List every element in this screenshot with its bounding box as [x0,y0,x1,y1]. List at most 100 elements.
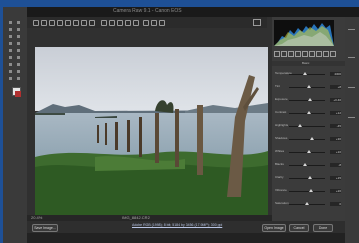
stamp-tool-icon[interactable] [9,49,12,52]
slider-thumb[interactable] [306,111,311,114]
adjustment-value-field[interactable]: 4300 [330,72,341,76]
transform-tool-icon[interactable] [89,20,95,26]
adjustment-label: Vibrance [275,188,287,192]
adjustment-row: Vibrance +20 [275,188,341,194]
type-tool-icon[interactable] [9,70,12,73]
color-sampler-icon[interactable] [57,20,63,26]
open-image-button[interactable]: Open Image [262,224,286,232]
hand-tool-icon[interactable] [41,20,47,26]
adjustment-value-field[interactable]: +10 [330,150,341,154]
zoom-level[interactable]: 20.4% [31,215,42,220]
tab-effects[interactable] [316,51,322,57]
adjustment-slider[interactable] [289,189,325,192]
adjustment-value-field[interactable]: +0.40 [330,98,341,102]
image-preview[interactable] [35,47,268,215]
pen-tool-icon[interactable] [17,63,20,66]
adjustment-row: Exposure +0.40 [275,97,341,103]
slider-thumb[interactable] [306,85,311,88]
red-eye-icon[interactable] [109,20,115,26]
file-name: IMG_8842.CR2 [122,215,150,220]
rotate-right-icon[interactable] [159,20,165,26]
tab-calibration[interactable] [323,51,329,57]
eyedropper-tool-icon[interactable] [17,35,20,38]
tab-hsl[interactable] [295,51,301,57]
healing-tool-icon[interactable] [9,42,12,45]
slider-thumb[interactable] [310,137,315,140]
dodge-tool-icon[interactable] [9,63,12,66]
adjustment-value-field[interactable]: +30 [330,137,341,141]
save-image-button[interactable]: Save Image... [32,224,58,232]
lasso-tool-icon[interactable] [9,28,12,31]
white-balance-tool-icon[interactable] [49,20,55,26]
adjustment-slider[interactable] [289,176,325,179]
adjustment-slider[interactable] [289,98,325,101]
adjustment-slider[interactable] [289,163,325,166]
brush-tool-icon[interactable] [17,42,20,45]
background-color-swatch[interactable] [15,91,21,97]
slider-thumb[interactable] [306,150,311,153]
slider-thumb[interactable] [297,124,302,127]
adjustment-label: Blacks [275,162,284,166]
adjustment-slider[interactable] [289,85,325,88]
adjustment-slider[interactable] [289,124,325,127]
graduated-filter-icon[interactable] [125,20,131,26]
radial-filter-icon[interactable] [133,20,139,26]
adjustment-slider[interactable] [289,72,325,75]
cancel-button[interactable]: Cancel [289,224,309,232]
tab-tone-curve[interactable] [281,51,287,57]
adjustment-value-field[interactable]: +12 [330,111,341,115]
spot-removal-icon[interactable] [101,20,107,26]
panel-dock-handle[interactable] [348,57,355,58]
path-tool-icon[interactable] [17,70,20,73]
straighten-tool-icon[interactable] [81,20,87,26]
basic-section-header: Basic [272,61,345,66]
tab-lens[interactable] [309,51,315,57]
adjustment-label: Contrast [275,110,287,114]
slider-thumb[interactable] [303,163,308,166]
zoom-tool-icon[interactable] [33,20,39,26]
adjustment-row: Saturation 0 [275,201,341,207]
adjustment-value-field[interactable]: +8 [330,85,341,89]
panel-dock-handle[interactable] [348,117,355,118]
crop-tool-icon[interactable] [73,20,79,26]
done-button[interactable]: Done [313,224,333,232]
slider-thumb[interactable] [307,98,312,101]
slider-thumb[interactable] [305,202,309,205]
adjustment-slider[interactable] [289,137,325,140]
panel-dock-handle[interactable] [348,29,355,30]
adjustment-value-field[interactable]: 0 [330,202,341,206]
eraser-tool-icon[interactable] [9,56,12,59]
tab-detail[interactable] [288,51,294,57]
history-brush-icon[interactable] [17,49,20,52]
tab-split-toning[interactable] [302,51,308,57]
crop-tool-icon[interactable] [9,35,12,38]
adjustment-label: Whites [275,149,285,153]
marquee-tool-icon[interactable] [17,21,20,24]
adjustment-value-field[interactable]: +15 [330,176,341,180]
adjustment-row: Whites +10 [275,149,341,155]
tab-presets[interactable] [330,51,336,57]
slider-thumb[interactable] [307,176,312,179]
rotate-left-icon[interactable] [151,20,157,26]
panel-dock-handle[interactable] [348,87,355,88]
adjustment-slider[interactable] [289,202,325,205]
adjustment-slider[interactable] [289,150,325,153]
adjustment-value-field[interactable]: +20 [330,189,341,193]
fullscreen-icon[interactable] [253,19,261,26]
adjustment-slider[interactable] [289,111,325,114]
preferences-icon[interactable] [143,20,149,26]
panel-tabs [274,51,336,57]
targeted-adjustment-icon[interactable] [65,20,71,26]
adjustment-brush-icon[interactable] [117,20,123,26]
slider-thumb[interactable] [308,189,313,192]
slider-thumb[interactable] [303,72,308,75]
wand-tool-icon[interactable] [17,28,20,31]
adjustment-value-field[interactable]: -45 [330,124,341,128]
zoom-tool-icon[interactable] [17,77,20,80]
gradient-tool-icon[interactable] [17,56,20,59]
move-tool-icon[interactable] [9,21,12,24]
tab-basic[interactable] [274,51,280,57]
hand-tool-icon[interactable] [9,77,12,80]
workflow-options-link[interactable]: Adobe RGB (1998); 8 bit; 5184 by 3456 (1… [132,223,222,227]
adjustment-value-field[interactable]: -8 [330,163,341,167]
